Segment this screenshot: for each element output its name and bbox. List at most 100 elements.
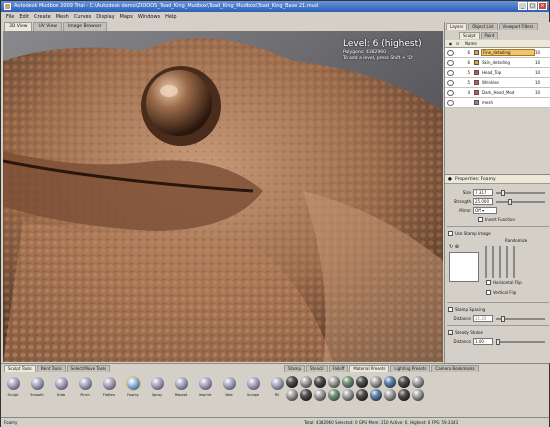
tab-paint-layers[interactable]: Paint — [480, 32, 499, 39]
strength-slider[interactable] — [496, 198, 545, 205]
size-field[interactable]: 7.317 — [473, 189, 493, 196]
tab-stencil[interactable]: Stencil — [306, 365, 328, 372]
tab-viewport-filters[interactable]: Viewport Filters — [498, 23, 538, 30]
layer-name[interactable]: Head_Top — [481, 70, 535, 75]
material-preset[interactable] — [328, 389, 340, 401]
material-preset[interactable] — [356, 376, 368, 388]
tab-paint-tools[interactable]: Paint Tools — [36, 365, 66, 372]
menu-help[interactable]: Help — [165, 14, 176, 20]
material-preset[interactable] — [342, 376, 354, 388]
menu-curves[interactable]: Curves — [74, 14, 91, 20]
material-preset[interactable] — [384, 376, 396, 388]
menu-windows[interactable]: Windows — [138, 14, 160, 20]
material-preset[interactable] — [398, 376, 410, 388]
menu-file[interactable]: File — [6, 14, 14, 20]
material-preset[interactable] — [286, 376, 298, 388]
tool-imprint[interactable]: Imprint — [196, 377, 214, 407]
tab-image-browser[interactable]: Image Browser — [62, 22, 107, 31]
tool-fill[interactable]: Fill — [268, 377, 286, 407]
tool-wax[interactable]: Wax — [220, 377, 238, 407]
maximize-button[interactable]: □ — [528, 2, 537, 10]
material-preset[interactable] — [328, 376, 340, 388]
size-slider[interactable] — [496, 189, 545, 196]
steady-distance-field[interactable]: 1.00 — [473, 338, 493, 345]
tool-grab[interactable]: Grab — [52, 377, 70, 407]
tool-pinch[interactable]: Pinch — [76, 377, 94, 407]
material-preset[interactable] — [412, 376, 424, 388]
randomize-sliders[interactable] — [485, 246, 515, 278]
visibility-icon[interactable] — [447, 59, 454, 66]
tab-select-move-tools[interactable]: Select/Move Tools — [66, 365, 111, 372]
steady-distance-slider[interactable] — [496, 338, 545, 345]
tool-repeat[interactable]: Repeat — [172, 377, 190, 407]
layer-name[interactable]: Skin_detailing — [481, 60, 535, 65]
layer-row[interactable]: 4 Dark_Head_Mod 10 — [445, 88, 550, 98]
spacing-slider-handle[interactable] — [500, 315, 505, 322]
material-preset[interactable] — [370, 389, 382, 401]
size-slider-handle[interactable] — [500, 189, 505, 196]
visibility-icon[interactable] — [447, 89, 454, 96]
strength-field[interactable]: 25.000 — [473, 198, 493, 205]
layer-row[interactable]: 5 Wrinkles 10 — [445, 78, 550, 88]
layer-name[interactable]: Dark_Head_Mod — [481, 90, 535, 95]
close-button[interactable]: × — [538, 2, 547, 10]
layer-row[interactable]: 6 Skin_detailing 10 — [445, 58, 550, 68]
steady-slider-handle[interactable] — [496, 338, 500, 345]
tab-3d-view[interactable]: 3D View — [4, 22, 33, 31]
material-preset[interactable] — [412, 389, 424, 401]
spacing-distance-field[interactable]: 11.25 — [473, 315, 493, 322]
visibility-icon[interactable] — [447, 69, 454, 76]
vertical-flip-checkbox[interactable] — [486, 290, 491, 295]
tab-falloff[interactable]: Falloff — [328, 365, 349, 372]
tool-sculpt[interactable]: Sculpt — [4, 377, 22, 407]
layer-row[interactable]: 5 Head_Top 10 — [445, 68, 550, 78]
visibility-icon[interactable] — [447, 49, 454, 56]
menu-display[interactable]: Display — [96, 14, 114, 20]
material-preset[interactable] — [398, 389, 410, 401]
strength-slider-handle[interactable] — [508, 198, 513, 205]
tab-sculpt-layers[interactable]: Sculpt — [459, 32, 480, 39]
menu-edit[interactable]: Edit — [19, 14, 29, 20]
use-stamp-checkbox[interactable] — [448, 231, 453, 236]
material-preset[interactable] — [314, 376, 326, 388]
stamp-spacing-checkbox[interactable] — [448, 307, 453, 312]
material-preset[interactable] — [356, 389, 368, 401]
visibility-icon[interactable] — [447, 79, 454, 86]
material-preset[interactable] — [384, 389, 396, 401]
spacing-distance-slider[interactable] — [496, 315, 545, 322]
stamp-preview[interactable] — [449, 252, 479, 282]
material-preset[interactable] — [342, 389, 354, 401]
tab-camera-bookmarks[interactable]: Camera Bookmarks — [431, 365, 479, 372]
material-preset[interactable] — [300, 376, 312, 388]
tab-stamp[interactable]: Stamp — [284, 365, 305, 372]
tool-spray[interactable]: Spray — [148, 377, 166, 407]
tab-object-list[interactable]: Object List — [468, 23, 498, 30]
visibility-icon[interactable] — [447, 99, 454, 106]
tool-foamy[interactable]: Foamy — [124, 376, 142, 407]
layer-row[interactable]: 6 Fine_detailing 10 — [445, 48, 550, 58]
layer-name[interactable]: Wrinkles — [481, 80, 535, 85]
minimize-button[interactable]: _ — [518, 2, 527, 10]
layer-name[interactable]: mesh — [481, 100, 535, 105]
layer-name[interactable]: Fine_detailing — [481, 49, 535, 56]
tool-smooth[interactable]: Smooth — [28, 377, 46, 407]
invert-checkbox[interactable] — [478, 217, 483, 222]
3d-viewport[interactable]: Level: 6 (highest) Polygons: 4382960 To … — [3, 31, 443, 362]
layer-row[interactable]: mesh — [445, 98, 550, 108]
tab-lighting-presets[interactable]: Lighting Presets — [390, 365, 431, 372]
horizontal-flip-checkbox[interactable] — [486, 280, 491, 285]
material-preset[interactable] — [300, 389, 312, 401]
menu-maps[interactable]: Maps — [120, 14, 133, 20]
material-preset[interactable] — [286, 389, 298, 401]
steady-stroke-checkbox[interactable]: ✓ — [448, 330, 453, 336]
tool-flatten[interactable]: Flatten — [100, 377, 118, 407]
tab-material-presets[interactable]: Material Presets — [349, 365, 390, 372]
tab-sculpt-tools[interactable]: Sculpt Tools — [4, 365, 36, 372]
material-preset[interactable] — [314, 389, 326, 401]
mirror-dropdown[interactable]: Off ▾ — [473, 207, 497, 214]
material-preset[interactable] — [370, 376, 382, 388]
tab-layers[interactable]: Layers — [446, 23, 468, 30]
tab-uv-view[interactable]: UV View — [33, 22, 62, 31]
tool-scrape[interactable]: Scrape — [244, 377, 262, 407]
menu-create[interactable]: Create — [34, 14, 51, 20]
